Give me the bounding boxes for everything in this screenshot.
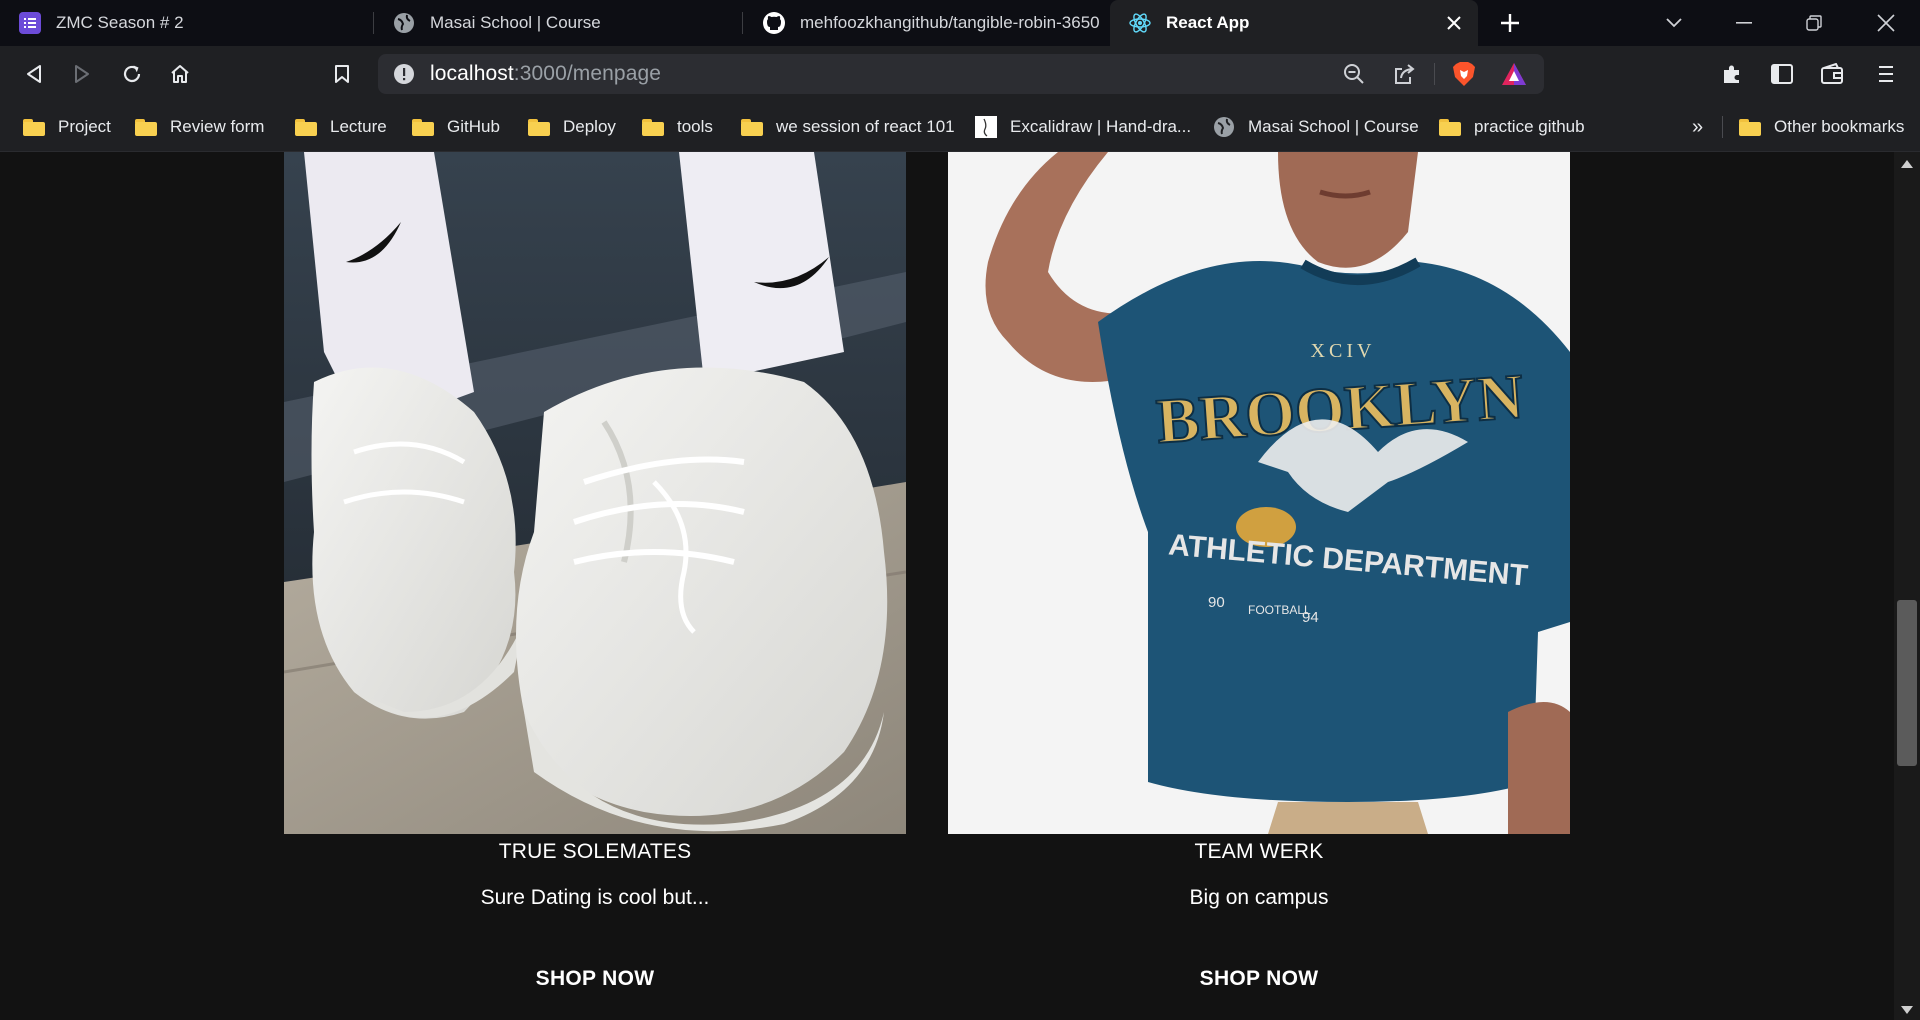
bookmark-page-button[interactable]	[324, 56, 360, 92]
tab-zmc-season[interactable]: ZMC Season # 2	[0, 0, 372, 46]
svg-text:90: 90	[1208, 594, 1225, 611]
folder-icon	[22, 117, 46, 137]
vertical-scrollbar[interactable]	[1894, 152, 1920, 1020]
bookmark-masai-course[interactable]: Masai School | Course	[1212, 102, 1419, 152]
product-subtitle: Big on campus	[1189, 886, 1329, 909]
bookmark-label: GitHub	[447, 117, 500, 136]
tab-search-chevron-icon[interactable]	[1644, 0, 1704, 46]
bookmark-github[interactable]: GitHub	[411, 102, 500, 152]
close-tab-icon[interactable]	[1442, 11, 1466, 35]
bookmark-lecture[interactable]: Lecture	[294, 102, 387, 152]
scrollbar-thumb[interactable]	[1897, 600, 1917, 766]
product-title: TEAM WERK	[1194, 840, 1324, 863]
close-window-button[interactable]	[1856, 0, 1916, 46]
sidebar-toggle-icon[interactable]	[1764, 56, 1800, 92]
bookmarks-bar: Project Review form Lecture GitHub Deplo…	[0, 102, 1920, 152]
product-image-sneakers[interactable]	[284, 152, 906, 834]
product-title: TRUE SOLEMATES	[498, 840, 692, 863]
zoom-out-icon[interactable]	[1340, 60, 1368, 88]
folder-icon	[1738, 117, 1762, 137]
bookmark-label: Review form	[170, 117, 265, 136]
tab-divider	[742, 12, 743, 34]
tab-title: React App	[1166, 13, 1250, 32]
new-tab-button[interactable]	[1494, 7, 1526, 39]
bookmark-label: Lecture	[330, 117, 387, 136]
globe-icon	[1212, 117, 1236, 137]
restore-window-button[interactable]	[1784, 0, 1844, 46]
folder-icon	[134, 117, 158, 137]
product-image-tshirt[interactable]: XCIV BROOKLYN ATHLETIC DEPARTMENT 90 FOO…	[948, 152, 1570, 834]
bookmark-project[interactable]: Project	[22, 102, 111, 152]
brave-shields-icon[interactable]	[1450, 60, 1478, 88]
url-path: :3000/menpage	[513, 62, 662, 85]
tab-strip: ZMC Season # 2 Masai School | Course meh…	[0, 0, 1920, 46]
folder-icon	[641, 117, 665, 137]
omnibox-divider	[1434, 63, 1435, 85]
github-icon	[762, 11, 786, 35]
bookmark-react-session[interactable]: we session of react 101	[740, 102, 955, 152]
wallet-icon[interactable]	[1814, 56, 1850, 92]
forward-button[interactable]	[64, 56, 100, 92]
other-bookmarks-label: Other bookmarks	[1774, 117, 1905, 136]
bookmark-practice-github[interactable]: practice github	[1438, 102, 1585, 152]
folder-icon	[740, 117, 764, 137]
bookmark-label: Excalidraw | Hand-dra...	[1010, 117, 1192, 136]
product-subtitle: Sure Dating is cool but...	[480, 886, 710, 909]
reload-button[interactable]	[114, 56, 150, 92]
site-info-icon[interactable]	[392, 62, 416, 86]
bookmarks-divider	[1722, 116, 1723, 138]
folder-icon	[411, 117, 435, 137]
folder-icon	[294, 117, 318, 137]
list-icon	[18, 11, 42, 35]
bookmark-label: Deploy	[563, 117, 616, 136]
extensions-puzzle-icon[interactable]	[1714, 56, 1750, 92]
url-text[interactable]: localhost:3000/menpage	[430, 62, 661, 86]
bookmark-label: tools	[677, 117, 713, 136]
svg-text:XCIV: XCIV	[1311, 340, 1376, 362]
overflow-chevron-icon: »	[1692, 115, 1704, 138]
page-content: TRUE SOLEMATES Sure Dating is cool but..…	[0, 152, 1894, 1020]
bookmark-label: Masai School | Course	[1248, 117, 1419, 136]
tab-title: mehfoozkhangithub/tangible-robin-3650	[800, 13, 1100, 32]
browser-toolbar: localhost:3000/menpage	[0, 46, 1920, 102]
bookmark-tools[interactable]: tools	[641, 102, 713, 152]
scroll-down-arrow-icon[interactable]	[1901, 1006, 1913, 1014]
home-button[interactable]	[162, 56, 198, 92]
bookmark-deploy[interactable]: Deploy	[527, 102, 616, 152]
tab-github-repo[interactable]: mehfoozkhangithub/tangible-robin-3650	[744, 0, 1110, 46]
brave-rewards-icon[interactable]	[1500, 60, 1528, 88]
back-button[interactable]	[16, 56, 52, 92]
excalidraw-icon	[974, 116, 998, 138]
other-bookmarks[interactable]: Other bookmarks	[1738, 102, 1904, 152]
folder-icon	[1438, 117, 1462, 137]
folder-icon	[527, 117, 551, 137]
bookmark-label: we session of react 101	[776, 117, 955, 136]
tab-title: ZMC Season # 2	[56, 13, 184, 32]
bookmark-review-form[interactable]: Review form	[134, 102, 264, 152]
bookmark-label: Project	[58, 117, 111, 136]
share-icon[interactable]	[1390, 60, 1418, 88]
scroll-up-arrow-icon[interactable]	[1901, 160, 1913, 168]
react-icon	[1128, 11, 1152, 35]
url-host: localhost	[430, 62, 514, 85]
shop-now-button[interactable]: SHOP NOW	[948, 967, 1570, 991]
menu-icon[interactable]	[1868, 56, 1904, 92]
tab-react-app[interactable]: React App	[1110, 0, 1478, 46]
tab-masai-course[interactable]: Masai School | Course	[374, 0, 742, 46]
tab-title: Masai School | Course	[430, 13, 601, 32]
shop-now-button[interactable]: SHOP NOW	[284, 967, 906, 991]
minimize-window-button[interactable]	[1714, 0, 1774, 46]
bookmarks-overflow-button[interactable]: »	[1692, 102, 1703, 152]
address-bar[interactable]: localhost:3000/menpage	[378, 54, 1544, 94]
svg-text:94: 94	[1302, 609, 1319, 626]
globe-icon	[392, 11, 416, 35]
bookmark-excalidraw[interactable]: Excalidraw | Hand-dra...	[974, 102, 1191, 152]
bookmark-label: practice github	[1474, 117, 1585, 136]
